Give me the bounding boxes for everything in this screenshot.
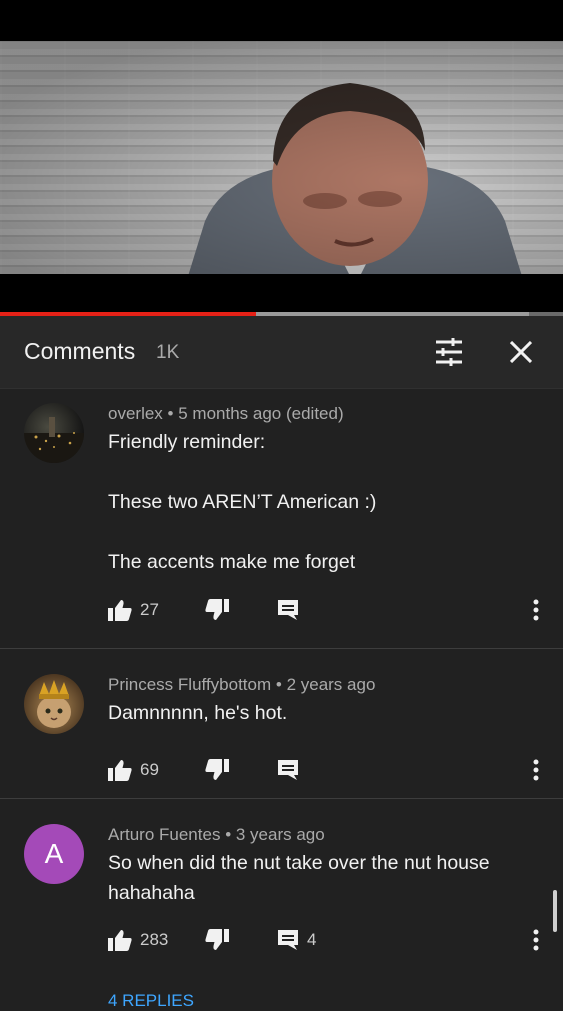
comment-time: 3 years ago <box>235 825 325 844</box>
avatar[interactable] <box>24 403 84 463</box>
comment-line: These two AREN’T American :) <box>108 491 377 513</box>
comment-meta: Princess Fluffybottom • 2 years ago <box>108 675 375 695</box>
comments-title: Comments <box>24 338 136 364</box>
thumbs-up-icon <box>108 600 132 621</box>
like-count: 283 <box>140 930 169 949</box>
avatar[interactable]: A <box>24 824 84 884</box>
comment-item: overlex • 5 months ago (edited) Friendly… <box>0 388 563 648</box>
avatar[interactable] <box>24 674 84 734</box>
dislike-button[interactable] <box>205 595 229 625</box>
sort-button[interactable] <box>429 332 469 372</box>
comment-line: So when did the nut take over the nut ho… <box>108 852 490 874</box>
like-button[interactable]: 27 <box>108 595 159 625</box>
thumbs-down-icon <box>205 759 229 780</box>
reply-button[interactable] <box>277 755 307 785</box>
comments-count: 1K <box>156 342 180 363</box>
dislike-button[interactable] <box>205 925 229 955</box>
comment-line: The accents make me forget <box>108 551 356 573</box>
comment-line: Damnnnnn, he's hot. <box>108 702 288 724</box>
thumbs-down-icon <box>205 599 229 620</box>
like-button[interactable]: 69 <box>108 755 159 785</box>
close-icon <box>510 341 532 363</box>
more-vertical-icon <box>533 929 539 951</box>
thumbs-up-icon <box>108 930 132 951</box>
comment-author[interactable]: Arturo Fuentes <box>108 825 220 844</box>
comment-meta: Arturo Fuentes • 3 years ago <box>108 825 325 845</box>
more-vertical-icon <box>533 599 539 621</box>
video-frame[interactable] <box>0 41 563 274</box>
more-options-button[interactable] <box>526 755 546 785</box>
comments-header: Comments 1K <box>0 316 563 389</box>
more-vertical-icon <box>533 759 539 781</box>
thumbs-up-icon <box>108 760 132 781</box>
comment-line: Friendly reminder: <box>108 431 266 453</box>
close-button[interactable] <box>501 332 541 372</box>
more-options-button[interactable] <box>526 595 546 625</box>
comment-meta: overlex • 5 months ago (edited) <box>108 404 344 424</box>
reply-comment-icon <box>278 600 298 620</box>
sort-filter-icon <box>436 338 462 366</box>
scrollbar-thumb[interactable] <box>553 890 557 932</box>
view-replies-link[interactable]: 4 REPLIES <box>108 991 194 1011</box>
comment-text: Friendly reminder: These two AREN’T Amer… <box>108 427 538 577</box>
reply-button[interactable] <box>277 595 307 625</box>
like-count: 27 <box>140 600 159 619</box>
comment-actions: 283 4 <box>108 925 548 955</box>
comment-time: 5 months ago (edited) <box>178 404 344 423</box>
comment-time: 2 years ago <box>286 675 376 694</box>
comment-item: A Arturo Fuentes • 3 years ago So when d… <box>0 799 563 1010</box>
meta-separator: • <box>275 675 282 694</box>
comment-author[interactable]: overlex <box>108 404 163 423</box>
comment-actions: 69 <box>108 755 548 785</box>
dislike-button[interactable] <box>205 755 229 785</box>
comment-text: Damnnnnn, he's hot. <box>108 698 538 728</box>
like-button[interactable]: 283 <box>108 925 168 955</box>
comments-panel: Comments 1K overlex • 5 months ago (edit… <box>0 316 563 1010</box>
comment-text: So when did the nut take over the nut ho… <box>108 848 538 908</box>
thumbs-down-icon <box>205 929 229 950</box>
meta-separator: • <box>225 825 232 844</box>
more-options-button[interactable] <box>526 925 546 955</box>
reply-comment-icon <box>278 930 298 950</box>
comment-line: hahahaha <box>108 882 195 904</box>
video-player[interactable] <box>0 0 563 316</box>
reply-count: 4 <box>307 930 317 949</box>
comment-author[interactable]: Princess Fluffybottom <box>108 675 271 694</box>
comment-actions: 27 <box>108 595 548 625</box>
comment-item: Princess Fluffybottom • 2 years ago Damn… <box>0 649 563 799</box>
like-count: 69 <box>140 760 159 779</box>
avatar-city-image <box>24 417 84 463</box>
reply-button[interactable]: 4 <box>277 925 316 955</box>
avatar-cat-image <box>37 680 71 728</box>
reply-comment-icon <box>278 760 298 780</box>
meta-separator: • <box>167 404 174 423</box>
